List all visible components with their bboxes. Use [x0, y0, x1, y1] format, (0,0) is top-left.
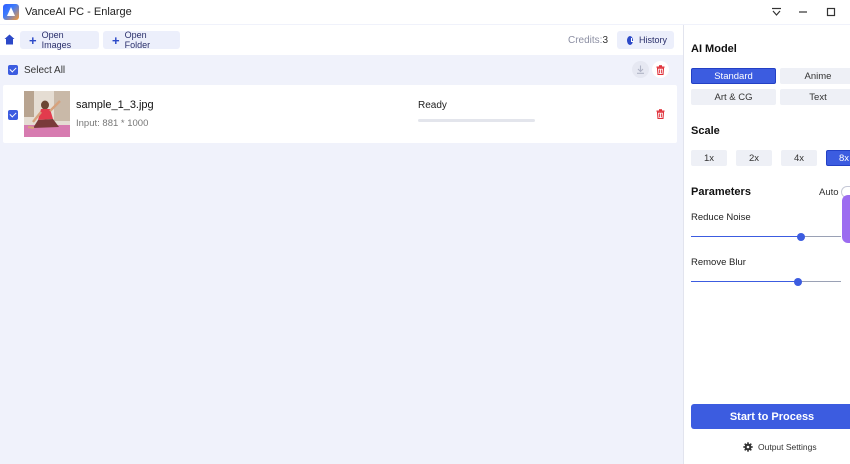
toolbar: + Open Images + Open Folder Credits:3 Hi…	[0, 25, 683, 55]
status-text: Ready	[418, 100, 447, 111]
reduce-noise-slider[interactable]	[691, 232, 841, 241]
file-dimensions: Input: 881 * 1000	[76, 118, 149, 129]
reduce-noise-label: Reduce Noise	[691, 212, 751, 223]
home-icon[interactable]	[3, 33, 16, 46]
scale-8x-button[interactable]: 8x	[826, 150, 850, 166]
file-name: sample_1_3.jpg	[76, 99, 154, 111]
output-settings-link[interactable]: Output Settings	[743, 442, 817, 452]
slider-fill	[691, 236, 801, 237]
open-folder-button[interactable]: + Open Folder	[103, 30, 180, 50]
maximize-icon[interactable]	[823, 4, 839, 20]
slider-handle[interactable]	[796, 232, 805, 241]
image-thumbnail	[24, 91, 70, 137]
scale-1x-button[interactable]: 1x	[691, 150, 727, 166]
remove-blur-slider[interactable]	[691, 277, 841, 286]
parameters-heading: Parameters	[691, 186, 751, 198]
remove-blur-label: Remove Blur	[691, 257, 746, 268]
model-standard-button[interactable]: Standard	[691, 68, 776, 84]
open-images-label: Open Images	[41, 30, 72, 50]
slider-fill	[691, 281, 798, 282]
item-checkbox[interactable]	[8, 110, 18, 120]
plus-icon: +	[29, 32, 37, 48]
slider-handle[interactable]	[793, 277, 802, 286]
model-anime-button[interactable]: Anime	[780, 68, 850, 84]
side-drawer-tab[interactable]	[842, 195, 850, 243]
credits-display: Credits:3	[568, 35, 608, 46]
open-folder-label: Open Folder	[124, 30, 151, 50]
clock-icon	[627, 35, 634, 45]
download-icon[interactable]	[632, 61, 649, 78]
history-button[interactable]: History	[617, 31, 674, 49]
select-all-row: Select All	[0, 57, 683, 82]
credits-label: Credits:	[568, 35, 603, 46]
menu-down-icon[interactable]	[768, 4, 784, 20]
plus-icon: +	[112, 32, 120, 48]
list-item[interactable]: sample_1_3.jpg Input: 881 * 1000 Ready	[3, 85, 677, 143]
window-title: VanceAI PC - Enlarge	[25, 6, 132, 18]
progress-bar	[418, 119, 535, 122]
trash-icon[interactable]	[654, 108, 666, 120]
open-images-button[interactable]: + Open Images	[20, 30, 99, 50]
select-all-label: Select All	[24, 65, 66, 76]
credits-value: 3	[602, 35, 609, 46]
scale-4x-button[interactable]: 4x	[781, 150, 817, 166]
trash-icon[interactable]	[652, 61, 669, 78]
model-text-button[interactable]: Text	[780, 89, 850, 105]
minimize-icon[interactable]	[795, 4, 811, 20]
auto-label: Auto	[819, 187, 839, 198]
app-logo-icon	[3, 4, 19, 20]
scale-2x-button[interactable]: 2x	[736, 150, 772, 166]
gear-icon	[743, 442, 753, 452]
ai-model-heading: AI Model	[691, 43, 737, 55]
model-art-cg-button[interactable]: Art & CG	[691, 89, 776, 105]
scale-heading: Scale	[691, 125, 720, 137]
history-label: History	[638, 35, 667, 45]
select-all-checkbox[interactable]	[8, 65, 18, 75]
output-settings-label: Output Settings	[758, 442, 817, 452]
settings-panel: AI Model Standard Anime Art & CG Text Sc…	[683, 25, 850, 464]
title-bar: VanceAI PC - Enlarge	[0, 0, 850, 24]
start-process-button[interactable]: Start to Process	[691, 404, 850, 429]
